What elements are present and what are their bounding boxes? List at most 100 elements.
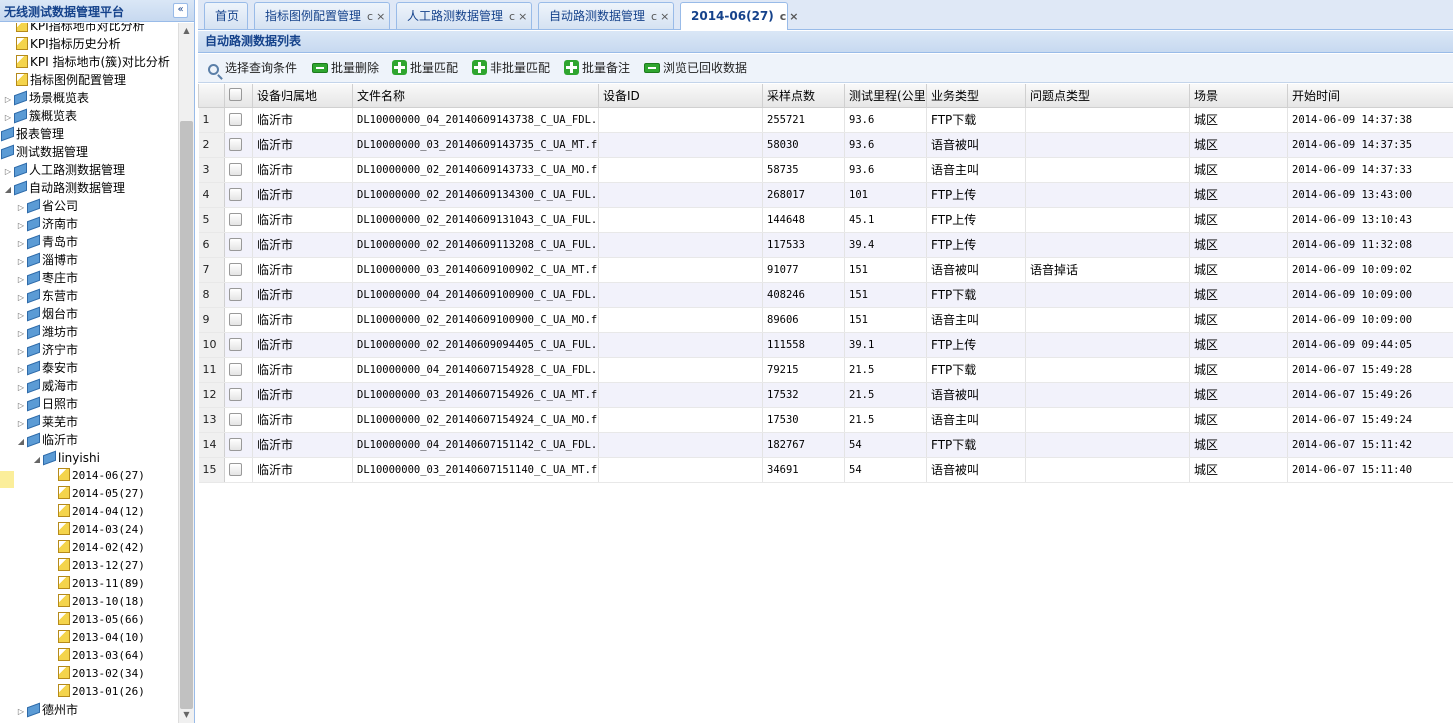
column-header-service-type[interactable]: 业务类型	[926, 84, 1026, 108]
tab-legend-config[interactable]: 指标图例配置管理 c ×	[254, 2, 390, 29]
tree-node[interactable]: 2013-02(34)	[48, 665, 145, 683]
row-select-cell[interactable]	[224, 182, 253, 208]
batch-delete-button[interactable]: 批量删除	[312, 60, 379, 77]
row-select-cell[interactable]	[224, 307, 253, 333]
table-row[interactable]: 6 临沂市 DL10000000_02_20140609113208_C_UA_FU…	[198, 232, 1453, 258]
tree-node[interactable]: 2013-12(27)	[48, 557, 145, 575]
row-checkbox[interactable]	[229, 262, 242, 276]
tree-node[interactable]: 2013-03(64)	[48, 647, 145, 665]
tab-manual-drive-test[interactable]: 人工路测数据管理 c ×	[396, 2, 532, 29]
tree-node[interactable]: ◢ 自动路测数据管理	[3, 179, 125, 197]
browse-recycled-button[interactable]: 浏览已回收数据	[644, 60, 747, 77]
tree-node[interactable]: ▷ 泰安市	[16, 359, 78, 377]
table-row[interactable]: 12 临沂市 DL10000000_03_20140607154926_C_UA_M…	[198, 382, 1453, 408]
row-checkbox[interactable]	[229, 162, 242, 176]
row-select-cell[interactable]	[224, 257, 253, 283]
tree-node[interactable]: 2014-05(27)	[48, 485, 145, 503]
tree-node[interactable]: ▷ 日照市	[16, 395, 78, 413]
row-select-cell[interactable]	[224, 382, 253, 408]
collapse-panel-button[interactable]: «	[173, 3, 188, 18]
tree-node[interactable]: 2013-04(10)	[48, 629, 145, 647]
table-row[interactable]: 1 临沂市 DL10000000_04_20140609143738_C_UA_FD…	[198, 107, 1453, 133]
batch-note-button[interactable]: 批量备注	[564, 60, 630, 77]
row-select-cell[interactable]	[224, 357, 253, 383]
tab-home[interactable]: 首页	[204, 2, 248, 29]
tree-node[interactable]: 2014-06(27)	[48, 467, 145, 485]
row-select-cell[interactable]	[224, 407, 253, 433]
table-row[interactable]: 14 临沂市 DL10000000_04_20140607151142_C_UA_F…	[198, 432, 1453, 458]
row-checkbox[interactable]	[229, 437, 242, 451]
column-header-start-time[interactable]: 开始时间	[1287, 84, 1453, 108]
tree-node[interactable]: KPI指标地市对比分析	[16, 23, 145, 35]
collapse-arrow-icon[interactable]: ◢	[32, 451, 42, 469]
column-header-device-id[interactable]: 设备ID	[598, 84, 763, 108]
table-row[interactable]: 10 临沂市 DL10000000_02_20140609094405_C_UA_F…	[198, 332, 1453, 358]
row-select-cell[interactable]	[224, 332, 253, 358]
table-row[interactable]: 15 临沂市 DL10000000_03_20140607151140_C_UA_M…	[198, 457, 1453, 483]
row-checkbox[interactable]	[229, 312, 242, 326]
tree-node[interactable]: 2014-04(12)	[48, 503, 145, 521]
table-row[interactable]: 8 临沂市 DL10000000_04_20140609100900_C_UA_FD…	[198, 282, 1453, 308]
tree-node[interactable]: ▷ 淄博市	[16, 251, 78, 269]
tree-node[interactable]: ▷ 东营市	[16, 287, 78, 305]
select-query-button[interactable]: 选择查询条件	[208, 60, 297, 77]
column-header-issue-type[interactable]: 问题点类型	[1025, 84, 1190, 108]
collapse-arrow-icon[interactable]: ◢	[3, 181, 13, 199]
row-checkbox[interactable]	[229, 412, 242, 426]
row-checkbox[interactable]	[229, 287, 242, 301]
refresh-icon[interactable]: c	[367, 10, 373, 23]
tree-node[interactable]: 测试数据管理	[0, 143, 88, 161]
tree-node[interactable]: ◢ 临沂市	[16, 431, 78, 449]
table-row[interactable]: 9 临沂市 DL10000000_02_20140609100900_C_UA_MO…	[198, 307, 1453, 333]
refresh-icon[interactable]: c	[651, 10, 657, 23]
table-row[interactable]: 2 临沂市 DL10000000_03_20140609143735_C_UA_MT…	[198, 132, 1453, 158]
column-header-scene[interactable]: 场景	[1189, 84, 1288, 108]
table-row[interactable]: 13 临沂市 DL10000000_02_20140607154924_C_UA_M…	[198, 407, 1453, 433]
table-row[interactable]: 4 临沂市 DL10000000_02_20140609134300_C_UA_FU…	[198, 182, 1453, 208]
table-row[interactable]: 11 临沂市 DL10000000_04_20140607154928_C_UA_F…	[198, 357, 1453, 383]
tree-node[interactable]: ▷ 烟台市	[16, 305, 78, 323]
row-checkbox[interactable]	[229, 112, 242, 126]
tree-node[interactable]: ▷ 莱芜市	[16, 413, 78, 431]
close-icon[interactable]: ×	[789, 10, 798, 23]
row-select-cell[interactable]	[224, 282, 253, 308]
refresh-icon[interactable]: c	[509, 10, 515, 23]
scrollbar-thumb[interactable]	[180, 121, 193, 709]
non-batch-match-button[interactable]: 非批量匹配	[472, 60, 550, 77]
tree-node[interactable]: 2013-01(26)	[48, 683, 145, 701]
row-select-cell[interactable]	[224, 132, 253, 158]
row-select-cell[interactable]	[224, 207, 253, 233]
tab-2014-06[interactable]: 2014-06(27) c ×	[680, 2, 799, 30]
tree-node[interactable]: ▷ 济宁市	[16, 341, 78, 359]
tree-node[interactable]: ◢ linyishi	[32, 449, 100, 467]
expand-arrow-icon[interactable]: ▷	[16, 703, 26, 721]
tree-node[interactable]: 2014-02(42)	[48, 539, 145, 557]
row-select-cell[interactable]	[224, 457, 253, 483]
tree-node[interactable]: KPI 指标地市(簇)对比分析	[16, 53, 170, 71]
row-checkbox[interactable]	[229, 237, 242, 251]
row-select-cell[interactable]	[224, 232, 253, 258]
tree-node[interactable]: 报表管理	[0, 125, 64, 143]
column-header-test-distance[interactable]: 测试里程(公里)	[844, 84, 927, 108]
table-row[interactable]: 7 临沂市 DL10000000_03_20140609100902_C_UA_MT…	[198, 257, 1453, 283]
row-select-cell[interactable]	[224, 107, 253, 133]
tree-node[interactable]: ▷ 潍坊市	[16, 323, 78, 341]
collapse-arrow-icon[interactable]: ◢	[16, 433, 26, 451]
tree-node[interactable]: ▷ 济南市	[16, 215, 78, 233]
batch-match-button[interactable]: 批量匹配	[392, 60, 458, 77]
tree-node[interactable]: ▷ 德州市	[16, 701, 78, 719]
tree-scrollbar[interactable]: ▲ ▼	[178, 23, 194, 723]
tree-node[interactable]: ▷ 威海市	[16, 377, 78, 395]
tree-node[interactable]: ▷ 人工路测数据管理	[3, 161, 125, 179]
close-icon[interactable]: ×	[376, 10, 385, 23]
row-select-cell[interactable]	[224, 157, 253, 183]
row-checkbox[interactable]	[229, 187, 242, 201]
tree-node[interactable]: ▷ 枣庄市	[16, 269, 78, 287]
close-icon[interactable]: ×	[660, 10, 669, 23]
row-checkbox[interactable]	[229, 212, 242, 226]
scroll-down-icon[interactable]: ▼	[179, 707, 194, 723]
close-icon[interactable]: ×	[518, 10, 527, 23]
tree-node[interactable]: ▷ 青岛市	[16, 233, 78, 251]
column-header-location[interactable]: 设备归属地	[252, 84, 353, 108]
row-checkbox[interactable]	[229, 362, 242, 376]
